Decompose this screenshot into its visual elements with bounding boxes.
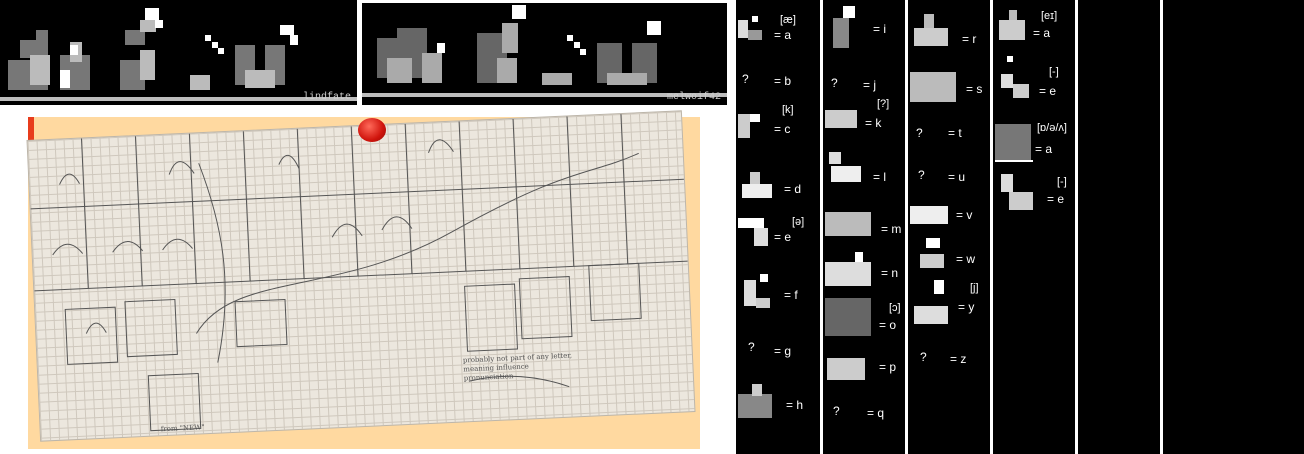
glyph-h-icon: [738, 384, 772, 418]
glyph-l-icon: [829, 152, 861, 182]
unknown-mark: ?: [742, 72, 749, 86]
letter-label: = q: [867, 406, 885, 420]
glyph-y-icon: [914, 280, 948, 324]
letter-label: = g: [774, 344, 792, 358]
pencil-sketch: [30, 114, 688, 432]
empty-column-1: [1078, 0, 1160, 454]
glyph-diphthong-ei-icon: [999, 10, 1025, 40]
letter-label: = a: [1033, 26, 1051, 40]
letter-label: = d: [784, 182, 802, 196]
key-column-2: = i ? = j [?] = k = l = m = n [ɔ] = o = …: [823, 0, 905, 454]
ipa-label: [j]: [970, 282, 979, 294]
artist-credit: melwoif42: [666, 92, 721, 103]
artist-credit: lindfate: [302, 92, 351, 103]
glyph-n-icon: [825, 252, 871, 286]
ipa-label: [-]: [1049, 66, 1059, 78]
letter-label: = e: [1039, 84, 1057, 98]
unknown-mark: ?: [748, 340, 755, 354]
ipa-label: [?]: [877, 98, 890, 110]
glyph-m-icon: [825, 212, 871, 236]
letter-label: = z: [950, 352, 967, 366]
letter-label: = t: [948, 126, 962, 140]
unknown-mark: ?: [918, 168, 925, 182]
unknown-mark: ?: [916, 126, 923, 140]
glyph-o-icon: [825, 298, 871, 336]
empty-column-2: [1163, 0, 1304, 454]
ipa-label: [k]: [782, 104, 794, 116]
glyph-a-icon: [738, 16, 762, 40]
letter-label: = n: [881, 266, 899, 280]
ipa-label: [ə]: [792, 216, 805, 228]
unknown-mark: ?: [920, 350, 927, 364]
handwritten-note: probably not part of any letter, meaning…: [462, 351, 573, 383]
glyph-e-icon: [738, 218, 768, 246]
letter-label: = i: [873, 22, 887, 36]
letter-label: = f: [784, 288, 798, 302]
letter-label: = m: [881, 222, 902, 236]
ipa-label: [-]: [1057, 176, 1067, 188]
glyph-p-icon: [827, 358, 865, 380]
letter-label: = s: [966, 82, 983, 96]
letter-label: = u: [948, 170, 966, 184]
glyph-c-icon: [738, 114, 760, 138]
letter-label: = j: [863, 78, 877, 92]
letter-label: = y: [958, 300, 975, 314]
push-pin: [358, 118, 386, 142]
letter-label: = a: [774, 28, 792, 42]
letter-label: = a: [1035, 142, 1053, 156]
glyph-dash-e-icon: [1001, 174, 1033, 210]
pixel-art-panel-left: lindfate: [0, 0, 357, 105]
letter-label: = e: [774, 230, 792, 244]
ipa-label: [ɔ]: [889, 302, 901, 314]
letter-label: = o: [879, 318, 897, 332]
glyph-w-icon: [920, 238, 944, 268]
glyph-s-icon: [910, 72, 956, 102]
key-column-4: [eɪ] = a [-] = e [ɒ/ə/ʌ] = a [-] = e: [993, 0, 1075, 454]
letter-label: = h: [786, 398, 804, 412]
pixel-art-panel-right: melwoif42: [362, 3, 727, 105]
pixel-glyphs-right: [377, 5, 661, 85]
unknown-mark: ?: [833, 404, 840, 418]
letter-label: = c: [774, 122, 791, 136]
letter-label: = k: [865, 116, 882, 130]
graph-paper: probably not part of any letter, meaning…: [27, 111, 695, 441]
letter-label: = v: [956, 208, 973, 222]
glyph-r-icon: [914, 14, 948, 46]
glyph-f-icon: [744, 274, 770, 308]
ipa-label: [eɪ]: [1041, 10, 1058, 22]
glyph-i-icon: [833, 6, 855, 48]
unknown-mark: ?: [831, 76, 838, 90]
glyph-d-icon: [742, 172, 772, 198]
letter-label: = p: [879, 360, 897, 374]
letter-label: = w: [956, 252, 976, 266]
key-column-3: = r = s ? = t ? = u = v = w [j] = y ? = …: [908, 0, 990, 454]
ipa-label: [ɒ/ə/ʌ]: [1037, 122, 1067, 134]
key-column-1: [æ] = a ? = b [k] = c = d [ə] = e = f ? …: [736, 0, 820, 454]
glyph-v-icon: [910, 206, 948, 224]
glyph-vowel-icon: [995, 124, 1033, 162]
letter-label: = l: [873, 170, 887, 184]
letter-label: = r: [962, 32, 977, 46]
glyph-plus-e-icon: [1001, 56, 1029, 98]
letter-label: = b: [774, 74, 792, 88]
letter-label: = e: [1047, 192, 1065, 206]
ipa-label: [æ]: [780, 14, 796, 26]
pixel-glyphs-left: [8, 8, 298, 90]
glyph-k-icon: [825, 110, 857, 128]
